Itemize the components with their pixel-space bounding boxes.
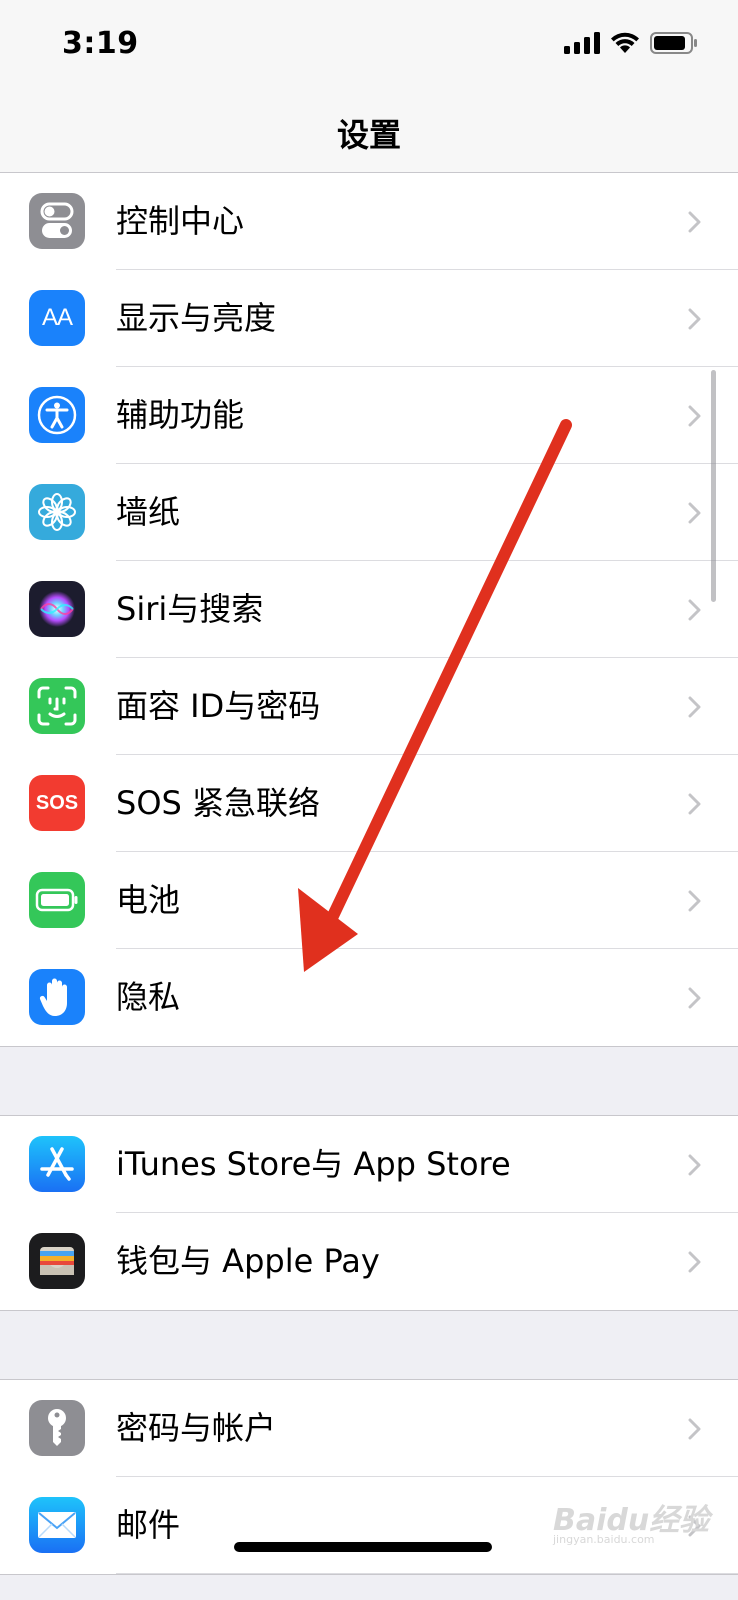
settings-row-label: 显示与亮度 — [116, 299, 277, 337]
chevron-right-icon — [688, 405, 701, 427]
display-icon-text: AA — [41, 304, 73, 331]
key-icon — [29, 1400, 85, 1456]
sos-icon-text: SOS — [35, 791, 79, 814]
siri-icon — [29, 581, 85, 637]
settings-row-label: 墙纸 — [116, 493, 181, 531]
home-indicator[interactable] — [234, 1542, 492, 1552]
watermark-url: jingyan.baidu.com — [553, 1533, 655, 1546]
status-time: 3:19 — [62, 26, 139, 61]
settings-row-label: iTunes Store与 App Store — [116, 1145, 511, 1183]
settings-row-label: 密码与帐户 — [116, 1409, 277, 1447]
status-bar: 3:19 — [0, 0, 738, 90]
chevron-right-icon — [688, 599, 701, 621]
battery-icon — [29, 872, 85, 928]
status-icons — [564, 32, 698, 54]
settings-row-label: Siri与搜索 — [116, 590, 264, 628]
settings-row-display-brightness[interactable]: AA 显示与亮度 — [0, 270, 738, 367]
app-store-icon — [29, 1136, 85, 1192]
chevron-right-icon — [688, 793, 701, 815]
wallet-icon — [29, 1233, 85, 1289]
chevron-right-icon — [688, 1154, 701, 1176]
chevron-right-icon — [688, 987, 701, 1009]
navigation-bar: 设置 — [0, 90, 738, 173]
settings-row-label: 辅助功能 — [116, 396, 245, 434]
settings-row-label: 邮件 — [116, 1506, 181, 1544]
settings-group-store: iTunes Store与 App Store 钱包与 Apple Pay — [0, 1115, 738, 1311]
settings-row-control-center[interactable]: 控制中心 — [0, 173, 738, 270]
face-id-icon — [29, 678, 85, 734]
scroll-indicator[interactable] — [711, 370, 716, 602]
settings-row-itunes-app-store[interactable]: iTunes Store与 App Store — [0, 1116, 738, 1213]
settings-group-general: 控制中心 AA 显示与亮度 辅助功能 墙纸 Siri与搜索 面容 ID与密码 S… — [0, 173, 738, 1047]
battery-status-icon — [650, 32, 697, 54]
chevron-right-icon — [688, 890, 701, 912]
settings-row-siri-search[interactable]: Siri与搜索 — [0, 561, 738, 658]
wallpaper-icon — [29, 484, 85, 540]
display-brightness-icon: AA — [29, 290, 85, 346]
chevron-right-icon — [688, 211, 701, 233]
chevron-right-icon — [688, 696, 701, 718]
settings-row-passwords-accounts[interactable]: 密码与帐户 — [0, 1380, 738, 1477]
settings-row-label: SOS 紧急联络 — [116, 784, 320, 822]
control-center-icon — [29, 193, 85, 249]
settings-row-label: 钱包与 Apple Pay — [116, 1242, 380, 1280]
cellular-signal-icon — [564, 32, 600, 54]
settings-row-battery[interactable]: 电池 — [0, 852, 738, 949]
page-title: 设置 — [336, 116, 401, 154]
settings-row-emergency-sos[interactable]: SOS SOS 紧急联络 — [0, 755, 738, 852]
sos-icon: SOS — [29, 775, 85, 831]
chevron-right-icon — [688, 1251, 701, 1273]
settings-list[interactable]: 控制中心 AA 显示与亮度 辅助功能 墙纸 Siri与搜索 面容 ID与密码 S… — [0, 173, 738, 1600]
settings-row-face-id-passcode[interactable]: 面容 ID与密码 — [0, 658, 738, 755]
settings-row-privacy[interactable]: 隐私 — [0, 949, 738, 1046]
settings-row-accessibility[interactable]: 辅助功能 — [0, 367, 738, 464]
row-separator — [116, 1573, 738, 1574]
settings-row-wallpaper[interactable]: 墙纸 — [0, 464, 738, 561]
settings-row-label: 隐私 — [116, 978, 181, 1016]
privacy-hand-icon — [29, 969, 85, 1025]
mail-icon — [29, 1497, 85, 1553]
settings-row-wallet-apple-pay[interactable]: 钱包与 Apple Pay — [0, 1213, 738, 1310]
settings-row-label: 控制中心 — [116, 202, 245, 240]
chevron-right-icon — [688, 502, 701, 524]
settings-row-label: 面容 ID与密码 — [116, 687, 321, 725]
accessibility-icon — [29, 387, 85, 443]
wifi-icon — [611, 32, 639, 53]
chevron-right-icon — [688, 1418, 701, 1440]
settings-row-label: 电池 — [116, 881, 181, 919]
chevron-right-icon — [688, 308, 701, 330]
